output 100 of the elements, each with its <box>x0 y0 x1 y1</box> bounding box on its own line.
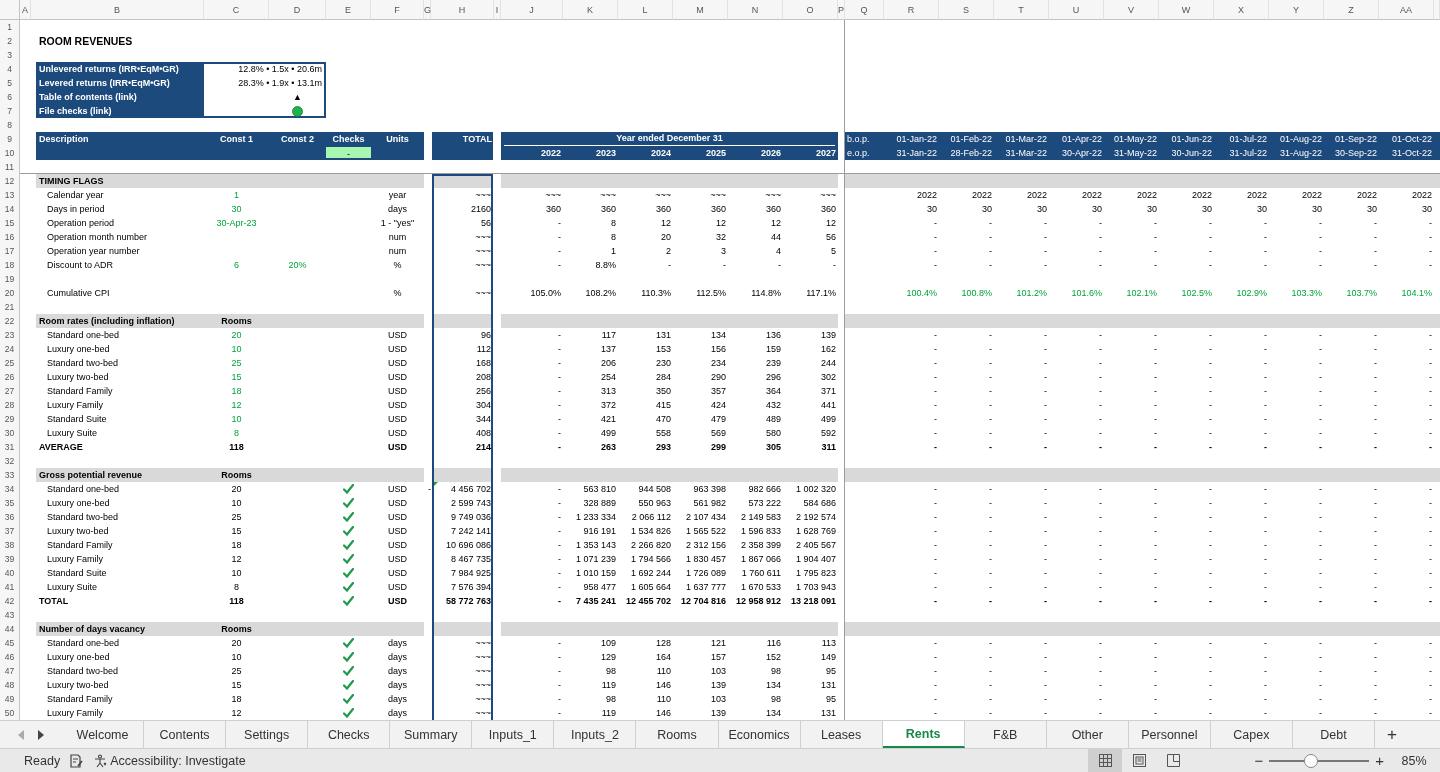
monthly-value: - <box>1263 595 1268 608</box>
add-sheet-button[interactable]: + <box>1377 721 1407 748</box>
date-heading: 01-Jun-22 <box>1170 133 1213 146</box>
row-label: Standard one-bed <box>46 637 121 650</box>
year-heading: 2022 <box>539 147 562 160</box>
const-value: 118 <box>228 441 245 454</box>
zoom-slider-thumb[interactable] <box>1304 753 1319 768</box>
monthly-value: - <box>988 371 993 384</box>
row-number: 34 <box>0 482 20 496</box>
monthly-value: 30 <box>1256 203 1268 216</box>
units-label: days <box>387 679 408 692</box>
monthly-value: - <box>1428 217 1433 230</box>
monthly-value: - <box>933 399 938 412</box>
monthly-value: - <box>988 707 993 720</box>
accessibility-status[interactable]: Accessibility: Investigate <box>110 753 246 768</box>
monthly-value: - <box>1318 497 1323 510</box>
annual-value: 32 <box>715 231 727 244</box>
monthly-value: - <box>1098 567 1103 580</box>
monthly-value: - <box>988 245 993 258</box>
const-value: 25 <box>230 665 243 678</box>
annual-value: - <box>557 595 562 608</box>
monthly-value: - <box>1208 525 1213 538</box>
section-band <box>432 314 493 328</box>
column-letter: Z <box>1324 0 1379 20</box>
accessibility-icon[interactable] <box>93 753 108 768</box>
annual-value: 149 <box>819 651 837 664</box>
annual-value: ~~~ <box>819 189 837 202</box>
monthly-value: - <box>1373 693 1378 706</box>
year-heading: 2025 <box>704 147 727 160</box>
monthly-value: - <box>1043 525 1048 538</box>
monthly-value: - <box>1318 567 1323 580</box>
row-number: 48 <box>0 678 20 692</box>
total-value: 344 <box>474 413 492 426</box>
annual-value: 119 <box>600 679 617 692</box>
checks-status: - <box>326 147 371 158</box>
units-label: USD <box>387 567 408 580</box>
annual-value: 239 <box>764 357 782 370</box>
total-value: 7 984 925 <box>449 567 492 580</box>
contents-link[interactable]: ▲ <box>269 90 326 104</box>
monthly-value: 102.5% <box>1180 287 1213 300</box>
annual-value: 117.1% <box>805 287 837 300</box>
column-letter: Y <box>1269 0 1324 20</box>
annual-value: - <box>557 567 562 580</box>
date-heading: 31-Mar-22 <box>1004 147 1048 160</box>
annual-value: 592 <box>819 427 837 440</box>
annual-value: - <box>557 217 562 230</box>
annual-value: 489 <box>764 413 782 426</box>
scroll-right-icon[interactable] <box>37 729 45 740</box>
annual-value: 164 <box>654 651 672 664</box>
monthly-value: - <box>1263 399 1268 412</box>
monthly-value: - <box>1428 707 1433 720</box>
const-value: 12 <box>230 707 243 720</box>
monthly-value: - <box>1153 217 1158 230</box>
row-number: 37 <box>0 524 20 538</box>
annual-value: 108.2% <box>584 287 617 300</box>
row-label: Standard Suite <box>46 567 108 580</box>
monthly-value: - <box>1373 259 1378 272</box>
monthly-value: - <box>1263 329 1268 342</box>
monthly-value: - <box>1263 511 1268 524</box>
total-value: 56 <box>480 217 492 230</box>
row-label: Luxury Family <box>46 707 104 720</box>
monthly-value: - <box>1263 217 1268 230</box>
annual-value: 12 958 912 <box>734 595 782 608</box>
row-label: Luxury two-bed <box>46 525 110 538</box>
annual-value: 584 686 <box>802 497 837 510</box>
row-number: 24 <box>0 342 20 356</box>
monthly-value: - <box>1208 665 1213 678</box>
total-value: 2160 <box>469 203 492 216</box>
status-dot[interactable] <box>292 105 303 117</box>
units-label: USD <box>387 427 408 440</box>
monthly-value: - <box>1373 651 1378 664</box>
sheet-tab[interactable]: Rents <box>882 721 965 748</box>
units-label: year <box>387 189 408 202</box>
row-number: 44 <box>0 622 20 636</box>
monthly-value: - <box>988 539 993 552</box>
const-value: 118 <box>228 595 245 608</box>
view-button[interactable] <box>1088 749 1123 772</box>
record-macro-icon[interactable] <box>70 753 84 768</box>
const-value: 30 <box>230 203 243 216</box>
annual-value: - <box>832 259 837 272</box>
total-value: 214 <box>474 441 492 454</box>
annual-value: ~~~ <box>709 189 727 202</box>
zoom-out-button[interactable]: − <box>1250 752 1268 769</box>
column-letter: A <box>20 0 31 20</box>
monthly-value: - <box>1318 245 1323 258</box>
monthly-value: - <box>1263 231 1268 244</box>
monthly-value: 100.8% <box>960 287 993 300</box>
monthly-value: - <box>1263 651 1268 664</box>
row-label: TOTAL <box>38 595 70 608</box>
annual-value: 372 <box>599 399 617 412</box>
total-value: 2 599 743 <box>449 497 492 510</box>
monthly-value: - <box>933 651 938 664</box>
total-value: ~~~ <box>474 189 492 202</box>
monthly-value: 2022 <box>970 189 993 202</box>
total-value: ~~~ <box>474 665 492 678</box>
column-letter: I <box>494 0 501 20</box>
zoom-in-button[interactable]: + <box>1371 752 1388 769</box>
monthly-value: - <box>1153 441 1158 454</box>
row-label: Luxury two-bed <box>46 679 110 692</box>
monthly-value: - <box>1428 329 1433 342</box>
